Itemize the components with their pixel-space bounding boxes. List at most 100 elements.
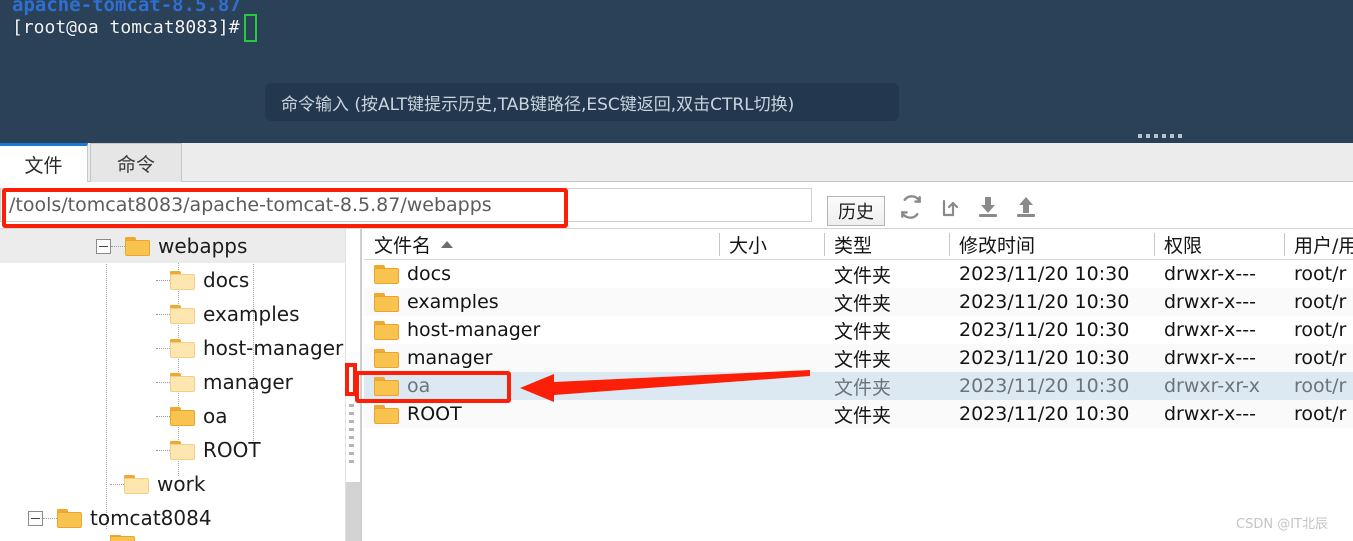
cell-filename: host-manager	[364, 319, 719, 341]
path-toolbar-row: /tools/tomcat8083/apache-tomcat-8.5.87/w…	[0, 182, 1353, 229]
cell-modified: 2023/11/20 10:30	[959, 403, 1130, 425]
tree-item-label: host-manager	[203, 336, 344, 360]
command-input-bar[interactable]: 命令输入 (按ALT键提示历史,TAB键路径,ESC键返回,双击CTRL切换)	[265, 83, 899, 121]
tree-item-webapps[interactable]: webapps	[0, 229, 345, 263]
cell-permissions: drwxr-x---	[1164, 403, 1256, 425]
column-header-modified[interactable]: 修改时间	[949, 229, 1154, 260]
tree-connector	[110, 483, 124, 485]
application-window: apache-tomcat-8.5.87 [root@oa tomcat8083…	[0, 0, 1353, 541]
cell-filename: docs	[364, 263, 719, 285]
cell-owner: root/r	[1294, 263, 1347, 285]
table-row[interactable]: examples 文件夹 2023/11/20 10:30 drwxr-x---…	[364, 288, 1353, 316]
tab-commands[interactable]: 命令	[90, 143, 182, 182]
history-button[interactable]: 历史	[827, 196, 885, 226]
folder-icon	[170, 372, 195, 392]
column-header-type[interactable]: 类型	[824, 229, 949, 260]
folder-icon	[374, 264, 399, 284]
folder-icon	[374, 376, 399, 396]
table-row[interactable]: docs 文件夹 2023/11/20 10:30 drwxr-x--- roo…	[364, 260, 1353, 288]
go-up-icon[interactable]	[938, 194, 962, 220]
column-header-label: 用户/用	[1294, 234, 1353, 257]
tree-scrollbar-dots	[349, 404, 354, 468]
column-header-filename[interactable]: 文件名	[364, 229, 719, 260]
tree-item-tomcat8084[interactable]: tomcat8084	[0, 501, 345, 535]
cell-permissions: drwxr-x---	[1164, 319, 1256, 341]
cell-permissions: drwxr-x---	[1164, 263, 1256, 285]
cell-modified: 2023/11/20 10:30	[959, 347, 1130, 369]
upload-icon[interactable]	[1014, 194, 1038, 220]
column-header-label: 权限	[1164, 234, 1203, 257]
folder-icon	[170, 338, 195, 358]
tree-item-oa[interactable]: oa	[0, 399, 345, 433]
folder-icon	[57, 508, 82, 528]
tree-item-work[interactable]: work	[0, 467, 345, 501]
folder-icon	[374, 348, 399, 368]
file-name: docs	[407, 263, 452, 285]
collapse-icon[interactable]	[28, 510, 43, 526]
cell-permissions: drwxr-xr-x	[1164, 375, 1261, 397]
cell-modified: 2023/11/20 10:30	[959, 375, 1130, 397]
download-icon[interactable]	[976, 194, 1000, 220]
tree-item-label: ROOT	[203, 438, 261, 462]
tree-item-partial[interactable]	[0, 535, 345, 541]
file-name: ROOT	[407, 403, 462, 425]
cell-owner: root/r	[1294, 291, 1347, 313]
cell-filename: manager	[364, 347, 719, 369]
collapse-icon[interactable]	[96, 238, 111, 254]
cell-permissions: drwxr-x---	[1164, 347, 1256, 369]
folder-icon	[374, 404, 399, 424]
cell-type: 文件夹	[834, 404, 892, 427]
history-button-label: 历史	[838, 202, 874, 223]
tree-connector	[111, 245, 125, 247]
file-list-header: 文件名 大小 类型 修改时间 权限 用户/用	[364, 229, 1353, 260]
tree-item-examples[interactable]: examples	[0, 297, 345, 331]
cell-type: 文件夹	[834, 320, 892, 343]
sort-ascending-icon	[441, 240, 454, 248]
refresh-icon[interactable]	[898, 194, 924, 220]
folder-icon	[124, 474, 149, 494]
tree-connector	[156, 313, 170, 315]
cell-owner: root/r	[1294, 375, 1347, 397]
panel-resize-grip[interactable]	[1138, 133, 1190, 139]
tree-connector	[156, 381, 170, 383]
column-header-label: 大小	[729, 234, 768, 257]
tree-item-docs[interactable]: docs	[0, 263, 345, 297]
tree-item-manager[interactable]: manager	[0, 365, 345, 399]
tree-item-label: examples	[203, 302, 300, 326]
file-list[interactable]: 文件名 大小 类型 修改时间 权限 用户/用 docs 文件夹 2023/11/…	[364, 229, 1353, 541]
column-header-size[interactable]: 大小	[719, 229, 824, 260]
cell-filename: examples	[364, 291, 719, 313]
tree-scrollbar-thumb[interactable]	[346, 482, 360, 541]
cell-owner: root/r	[1294, 319, 1347, 341]
table-row[interactable]: ROOT 文件夹 2023/11/20 10:30 drwxr-x--- roo…	[364, 400, 1353, 428]
file-name: examples	[407, 291, 499, 313]
tree-item-root[interactable]: ROOT	[0, 433, 345, 467]
column-header-permissions[interactable]: 权限	[1154, 229, 1284, 260]
tab-commands-label: 命令	[116, 153, 155, 176]
file-name: host-manager	[407, 319, 541, 341]
tab-bar: 文件 命令	[0, 143, 1353, 182]
tab-files[interactable]: 文件	[0, 143, 88, 182]
terminal-panel[interactable]: apache-tomcat-8.5.87 [root@oa tomcat8083…	[0, 0, 1353, 143]
table-row[interactable]: manager 文件夹 2023/11/20 10:30 drwxr-x--- …	[364, 344, 1353, 372]
terminal-prompt: [root@oa tomcat8083]#	[12, 17, 240, 38]
folder-icon	[374, 292, 399, 312]
file-toolbar-icons	[898, 194, 1038, 220]
path-input[interactable]: /tools/tomcat8083/apache-tomcat-8.5.87/w…	[0, 188, 812, 222]
watermark: CSDN @IT北辰	[1236, 517, 1328, 532]
table-row[interactable]: host-manager 文件夹 2023/11/20 10:30 drwxr-…	[364, 316, 1353, 344]
cell-filename: ROOT	[364, 403, 719, 425]
folder-icon	[170, 270, 195, 290]
table-row[interactable]: oa 文件夹 2023/11/20 10:30 drwxr-xr-x root/…	[364, 372, 1353, 400]
cell-permissions: drwxr-x---	[1164, 291, 1256, 313]
folder-icon	[125, 236, 150, 256]
column-header-owner[interactable]: 用户/用	[1284, 229, 1353, 260]
folder-icon	[110, 535, 135, 541]
tree-connector	[43, 517, 57, 519]
cell-filename: oa	[364, 375, 719, 397]
directory-tree[interactable]: webapps docs examples host-manager manag…	[0, 229, 345, 541]
folder-icon	[374, 320, 399, 340]
folder-icon	[170, 406, 195, 426]
tree-item-host-manager[interactable]: host-manager	[0, 331, 345, 365]
column-header-label: 文件名	[374, 234, 432, 257]
